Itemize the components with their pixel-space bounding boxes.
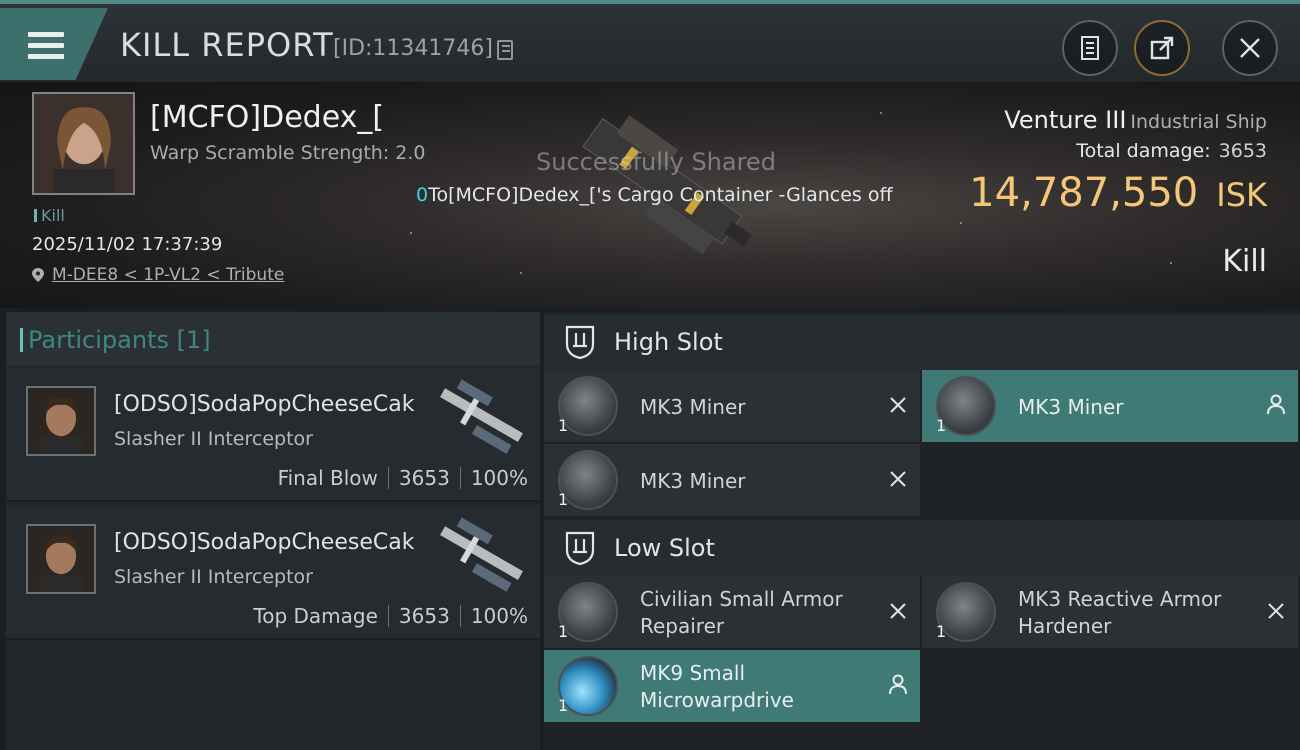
module-name: MK9 Small Microwarpdrive <box>640 661 794 712</box>
share-icon <box>1150 36 1174 60</box>
page-title: KILL REPORT <box>120 26 334 64</box>
notepad-icon <box>1081 36 1099 60</box>
location-pin-icon <box>32 268 44 282</box>
module-item[interactable]: 1 MK3 Miner <box>544 370 920 442</box>
victim-name[interactable]: [MCFO]Dedex_[ <box>150 100 384 135</box>
notepad-button[interactable] <box>1062 20 1118 76</box>
share-button[interactable] <box>1134 20 1190 76</box>
report-id: [ID:11341746] <box>333 36 493 61</box>
module-item[interactable]: 1 MK3 Reactive Armor Hardener <box>922 576 1298 648</box>
menu-button[interactable] <box>0 8 108 80</box>
person-icon <box>889 674 907 695</box>
person-icon <box>1267 394 1285 415</box>
high-slot-label: High Slot <box>614 328 723 356</box>
victim-summary: [MCFO]Dedex_[ Warp Scramble Strength: 2.… <box>0 82 1300 308</box>
participant-name: [ODSO]SodaPopCheeseCak <box>114 530 415 555</box>
destroyed-x-icon <box>890 603 906 619</box>
destroyed-x-icon <box>890 471 906 487</box>
warp-scramble-strength: Warp Scramble Strength: 2.0 <box>150 142 426 164</box>
participant-stats: Final Blow 3653 100% <box>277 466 528 490</box>
avatar <box>26 524 96 594</box>
module-name: MK3 Miner <box>640 469 746 493</box>
menu-icon <box>28 32 64 60</box>
slot-icon <box>565 325 595 360</box>
participant-name: [ODSO]SodaPopCheeseCak <box>114 392 415 417</box>
participant-ship-image <box>440 517 523 592</box>
destroyed-x-icon <box>890 397 906 413</box>
module-qty: 1 <box>558 416 569 435</box>
fitting-panel: High Slot 1 MK3 Miner 1 MK3 Miner 1 MK3 … <box>544 312 1300 750</box>
participant-ship-image <box>440 379 523 454</box>
destroyed-x-icon <box>1268 603 1284 619</box>
module-item[interactable]: 1 Civilian Small Armor Repairer <box>544 576 920 648</box>
module-item[interactable]: 1 MK3 Miner <box>544 444 920 516</box>
victim-ship: Venture III Industrial Ship <box>1004 106 1267 134</box>
slot-icon <box>565 531 595 566</box>
module-name: MK3 Reactive Armor Hardener <box>1018 587 1222 638</box>
total-damage: Total damage: 3653 <box>1076 140 1267 162</box>
module-qty: 1 <box>558 490 569 509</box>
close-button[interactable] <box>1222 20 1278 76</box>
kill-datetime: 2025/11/02 17:37:39 <box>32 234 223 255</box>
close-icon <box>1240 38 1260 58</box>
participant-row[interactable]: [ODSO]SodaPopCheeseCak Slasher II Interc… <box>6 368 540 502</box>
participant-ship: Slasher II Interceptor <box>114 428 313 450</box>
module-qty: 1 <box>936 622 947 641</box>
module-name: Civilian Small Armor Repairer <box>640 587 843 638</box>
participants-label: Participants [1] <box>20 326 211 354</box>
location-link[interactable]: M-DEE8 < 1P-VL2 < Tribute <box>32 265 284 285</box>
isk-value: 14,787,550 ISK <box>969 170 1267 216</box>
share-toast: Successfully Shared <box>536 148 776 176</box>
module-item[interactable]: 1 MK3 Miner <box>922 370 1298 442</box>
top-bar: KILL REPORT [ID:11341746] <box>0 0 1300 82</box>
copy-icon[interactable] <box>497 40 513 60</box>
module-qty: 1 <box>558 696 569 715</box>
module-qty: 1 <box>558 622 569 641</box>
module-item[interactable]: 1 MK9 Small Microwarpdrive <box>544 650 920 722</box>
participant-stats: Top Damage 3653 100% <box>253 604 528 628</box>
participant-ship: Slasher II Interceptor <box>114 566 313 588</box>
combat-log-line: 0To[MCFO]Dedex_['s Cargo Container -Glan… <box>416 184 893 206</box>
participant-row[interactable]: [ODSO]SodaPopCheeseCak Slasher II Interc… <box>6 506 540 640</box>
kill-tag: Kill <box>34 206 65 225</box>
module-name: MK3 Miner <box>1018 395 1124 419</box>
result-label: Kill <box>1222 244 1267 279</box>
low-slot-label: Low Slot <box>614 534 715 562</box>
victim-portrait <box>32 92 135 195</box>
avatar <box>26 386 96 456</box>
low-slot-header: Low Slot <box>544 520 1300 576</box>
participants-panel: Participants [1] [ODSO]SodaPopCheeseCak … <box>6 312 540 750</box>
module-name: MK3 Miner <box>640 395 746 419</box>
module-qty: 1 <box>936 416 947 435</box>
participants-header[interactable]: Participants [1] <box>6 312 540 366</box>
high-slot-header: High Slot <box>544 314 1300 370</box>
